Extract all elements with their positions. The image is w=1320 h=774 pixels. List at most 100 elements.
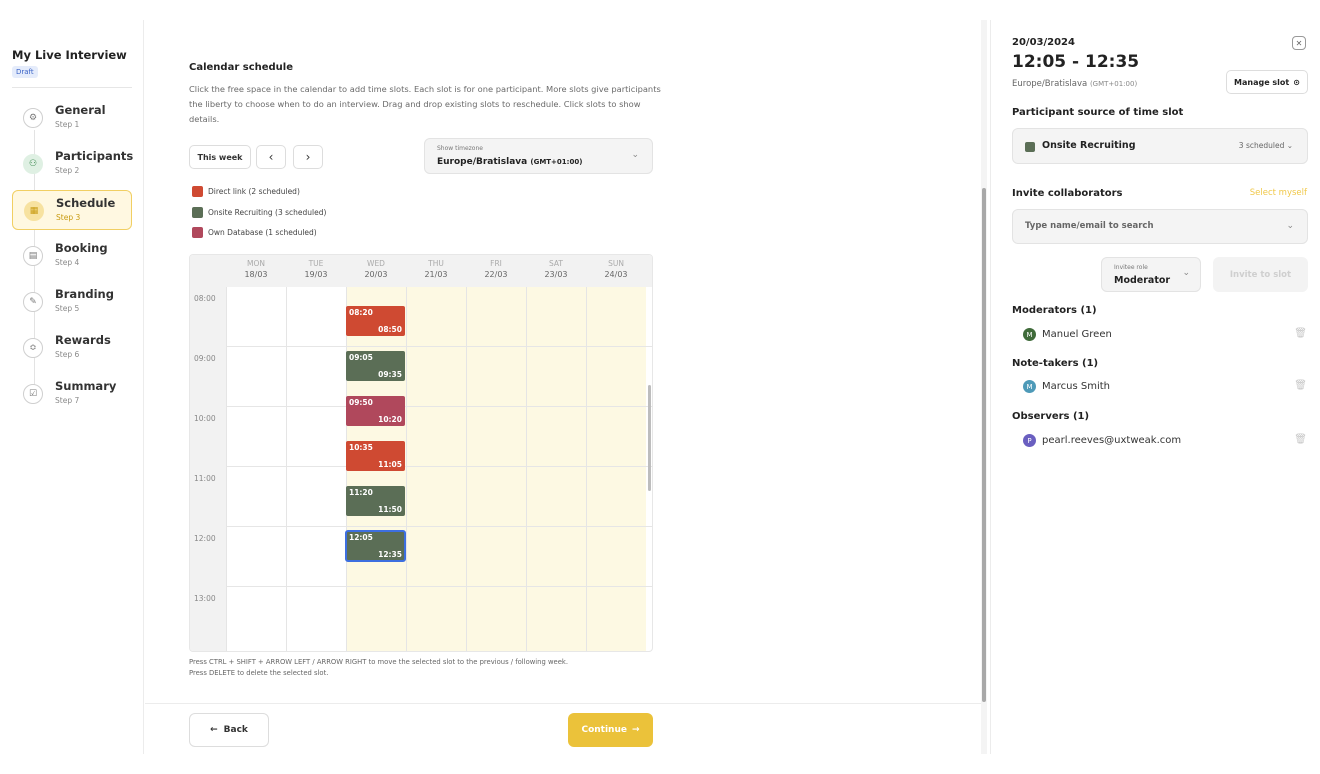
chevron-down-icon: ⌄	[1182, 268, 1190, 278]
step-booking[interactable]: ▤ Booking Step 4	[12, 236, 132, 276]
legend-direct-link: Direct link (2 scheduled)	[192, 186, 300, 197]
main-scrollbar[interactable]	[982, 188, 986, 702]
people-icon: ⚇	[23, 154, 43, 174]
day-column-tue[interactable]	[286, 287, 346, 651]
step-number: Step 1	[55, 120, 80, 129]
avatar: P	[1023, 434, 1036, 447]
page-title: Calendar schedule	[189, 62, 294, 73]
legend-label: Own Database (1 scheduled)	[208, 228, 317, 237]
step-number: Step 6	[55, 350, 80, 359]
step-participants[interactable]: ⚇ Participants Step 2	[12, 144, 133, 184]
source-select[interactable]: Onsite Recruiting 3 scheduled ⌄	[1012, 128, 1308, 164]
page-description: Click the free space in the calendar to …	[189, 84, 661, 124]
time-slot[interactable]: 11:20 11:50	[346, 486, 405, 516]
time-label: 09:00	[194, 354, 216, 363]
person-name: Manuel Green	[1042, 329, 1112, 340]
hour-line	[226, 466, 652, 467]
day-column-mon[interactable]	[226, 287, 286, 651]
collaborator-search-input[interactable]: Type name/email to search ⌄	[1012, 209, 1308, 244]
legend-own-database: Own Database (1 scheduled)	[192, 227, 317, 238]
time-slot[interactable]: 08:20 08:50	[346, 306, 405, 336]
brush-icon: ✎	[23, 292, 43, 312]
step-schedule[interactable]: ▦ Schedule Step 3	[12, 190, 132, 230]
time-slot[interactable]: 09:50 10:20	[346, 396, 405, 426]
this-week-button[interactable]: This week	[189, 145, 251, 169]
back-button[interactable]: ← Back	[189, 713, 269, 747]
day-column-sun[interactable]	[586, 287, 646, 651]
day-column-thu[interactable]	[406, 287, 466, 651]
step-branding[interactable]: ✎ Branding Step 5	[12, 282, 132, 322]
close-icon[interactable]: ✕	[1292, 36, 1306, 50]
chevron-right-icon: ›	[305, 150, 311, 164]
step-general[interactable]: ⚙ General Step 1	[12, 98, 132, 138]
day-header-thu: THU 21/03	[424, 259, 448, 279]
select-myself-link[interactable]: Select myself	[1250, 188, 1307, 198]
step-number: Step 5	[55, 304, 80, 313]
calendar-grid[interactable]: 08:00 09:00 10:00 11:00 12:00 13:00 08:2…	[190, 287, 652, 651]
time-label: 08:00	[194, 294, 216, 303]
previous-week-button[interactable]: ‹	[256, 145, 286, 169]
trash-icon[interactable]: 🗑	[1294, 434, 1307, 445]
step-label: Booking	[55, 241, 108, 255]
day-column-sat[interactable]	[526, 287, 586, 651]
source-name: Onsite Recruiting	[1042, 140, 1136, 151]
invite-to-slot-button[interactable]: Invite to slot	[1213, 257, 1308, 292]
day-header-mon: MON 18/03	[244, 259, 268, 279]
step-number: Step 4	[55, 258, 80, 267]
time-slot[interactable]: 09:05 09:35	[346, 351, 405, 381]
avatar: M	[1023, 328, 1036, 341]
next-week-button[interactable]: ›	[293, 145, 323, 169]
main-content: Calendar schedule Click the free space i…	[145, 20, 987, 754]
step-label: Summary	[55, 379, 117, 393]
study-title: My Live Interview	[12, 48, 127, 62]
step-label: Branding	[55, 287, 114, 301]
day-header-sun: SUN 24/03	[604, 259, 628, 279]
trash-icon[interactable]: 🗑	[1294, 328, 1307, 339]
chevron-down-circle-icon: ⊙	[1293, 77, 1300, 87]
legend-swatch	[192, 207, 203, 218]
hour-line	[226, 586, 652, 587]
hour-line	[226, 346, 652, 347]
chevron-down-icon: ⌄	[1286, 221, 1294, 231]
manage-slot-button[interactable]: Manage slot ⊙	[1226, 70, 1308, 94]
calendar-scrollbar[interactable]	[648, 385, 651, 491]
step-number: Step 2	[55, 166, 80, 175]
trash-icon[interactable]: 🗑	[1294, 380, 1307, 391]
day-column-fri[interactable]	[466, 287, 526, 651]
time-label: 12:00	[194, 534, 216, 543]
continue-button[interactable]: Continue →	[568, 713, 653, 747]
source-swatch	[1025, 142, 1035, 152]
step-label: Schedule	[56, 196, 116, 210]
person-name: Marcus Smith	[1042, 381, 1110, 392]
calendar-header: MON 18/03 TUE 19/03 WED 20/03 THU 21/03 FRI 2…	[190, 255, 652, 287]
footer-divider	[145, 703, 987, 704]
arrow-right-icon: →	[631, 725, 640, 735]
observers-heading: Observers (1)	[1012, 411, 1090, 422]
document-icon: ▤	[23, 246, 43, 266]
step-rewards[interactable]: ≎ Rewards Step 6	[12, 328, 132, 368]
time-slot[interactable]: 10:35 11:05	[346, 441, 405, 471]
timezone-select[interactable]: Show timezone Europe/Bratislava (GMT+01:…	[424, 138, 653, 174]
time-label: 10:00	[194, 414, 216, 423]
step-label: General	[55, 103, 106, 117]
step-number: Step 3	[56, 213, 81, 222]
time-slot-selected[interactable]: 12:05 12:35	[345, 530, 406, 562]
sidebar: My Live Interview Draft ⚙ General Step 1…	[0, 20, 144, 754]
source-count: 3 scheduled ⌄	[1238, 141, 1293, 150]
week-calendar[interactable]: MON 18/03 TUE 19/03 WED 20/03 THU 21/03 FRI 2…	[189, 254, 653, 652]
divider	[12, 87, 132, 88]
person-name: pearl.reeves@uxtweak.com	[1042, 435, 1182, 446]
status-badge: Draft	[12, 66, 38, 78]
avatar: M	[1023, 380, 1036, 393]
slot-time: 12:05 - 12:35	[1012, 52, 1140, 72]
day-header-tue: TUE 19/03	[304, 259, 328, 279]
legend-label: Onsite Recruiting (3 scheduled)	[208, 208, 327, 217]
role-value: Moderator	[1114, 275, 1171, 286]
slot-date: 20/03/2024	[1012, 37, 1075, 48]
day-header-sat: SAT 23/03	[544, 259, 568, 279]
invitee-role-select[interactable]: Invitee role Moderator ⌄	[1101, 257, 1201, 292]
time-label: 13:00	[194, 594, 216, 603]
step-summary[interactable]: ☑ Summary Step 7	[12, 374, 132, 414]
note-takers-heading: Note-takers (1)	[1012, 358, 1099, 369]
reward-icon: ≎	[23, 338, 43, 358]
